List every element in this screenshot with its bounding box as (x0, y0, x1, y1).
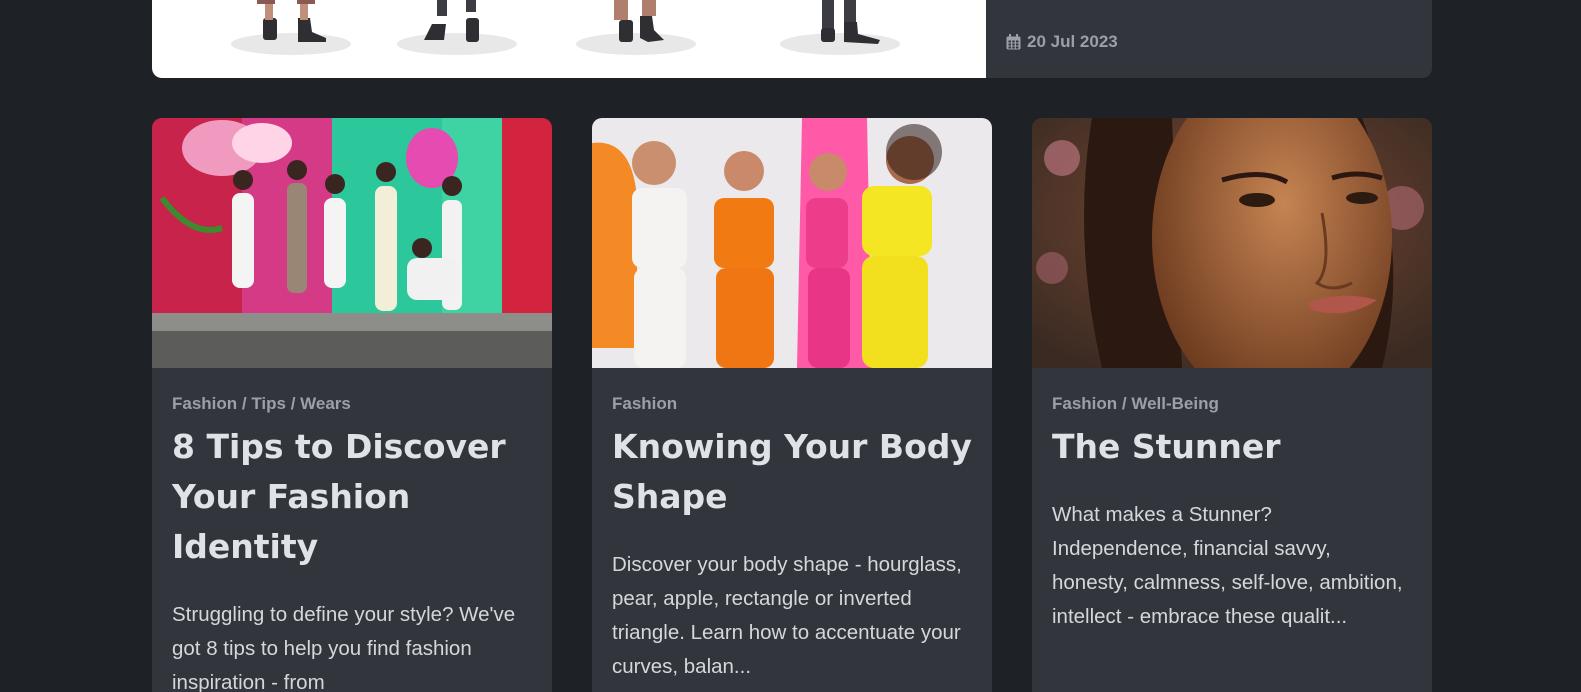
blog-listing-page: 20 Jul 2023 Fashion / Tips / Wears 8 Tip… (0, 0, 1581, 692)
post-card-body: Fashion / Well-Being The Stunner What ma… (1032, 368, 1432, 634)
post-categories[interactable]: Fashion / Tips / Wears (172, 394, 532, 414)
featured-post-image[interactable] (152, 0, 986, 78)
post-card-body: Fashion Knowing Your Body Shape Discover… (592, 368, 992, 684)
featured-post-date-text: 20 Jul 2023 (1027, 32, 1118, 51)
post-excerpt: What makes a Stunner? Independence, fina… (1052, 503, 1403, 628)
featured-post-body: 20 Jul 2023 (986, 0, 1432, 78)
post-card-image[interactable] (592, 118, 992, 368)
post-categories[interactable]: Fashion (612, 394, 972, 414)
post-title[interactable]: The Stunner (1052, 422, 1412, 472)
post-categories[interactable]: Fashion / Well-Being (1052, 394, 1412, 414)
post-title[interactable]: Knowing Your Body Shape (612, 422, 972, 522)
post-card[interactable]: Fashion / Tips / Wears 8 Tips to Discove… (152, 118, 552, 692)
post-card-body: Fashion / Tips / Wears 8 Tips to Discove… (152, 368, 552, 692)
post-title[interactable]: 8 Tips to Discover Your Fashion Identity (172, 422, 532, 572)
featured-post-date: 20 Jul 2023 (1006, 32, 1118, 52)
post-card-image[interactable] (1032, 118, 1432, 368)
mural-group-photo (152, 118, 552, 368)
activewear-group-photo (592, 118, 992, 368)
featured-post-card[interactable]: 20 Jul 2023 (152, 0, 1432, 78)
post-excerpt: Discover your body shape - hourglass, pe… (612, 553, 962, 678)
post-card[interactable]: Fashion / Well-Being The Stunner What ma… (1032, 118, 1432, 692)
post-excerpt: Struggling to define your style? We've g… (172, 603, 516, 692)
post-card-image[interactable] (152, 118, 552, 368)
portrait-photo (1032, 118, 1432, 368)
calendar-icon (1006, 34, 1021, 50)
fashion-illustration-image (231, 0, 900, 55)
post-card[interactable]: Fashion Knowing Your Body Shape Discover… (592, 118, 992, 692)
